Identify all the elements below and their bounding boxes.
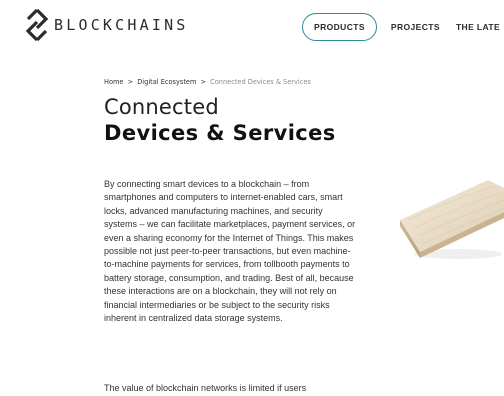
nav-products[interactable]: PRODUCTS [302,13,377,41]
page-title-line2: Devices & Services [104,121,336,145]
logo[interactable]: BLOCKCHAINS [26,8,189,42]
page-title-line1: Connected [104,95,219,119]
nav-projects[interactable]: PROJECTS [391,22,440,32]
nav-the-latest[interactable]: THE LATE [456,22,500,32]
body-paragraph-2: The value of blockchain networks is limi… [104,383,307,393]
diamond-logo-icon [26,8,48,42]
breadcrumb-home[interactable]: Home [104,78,123,86]
breadcrumb-current: Connected Devices & Services [210,78,311,86]
breadcrumb: Home > Digital Ecosystem > Connected Dev… [104,78,311,86]
breadcrumb-separator: > [200,78,207,86]
breadcrumb-separator: > [127,78,134,86]
logo-text: BLOCKCHAINS [54,16,189,34]
wooden-board-image [400,180,504,259]
breadcrumb-section[interactable]: Digital Ecosystem [137,78,196,86]
main-nav: PRODUCTS PROJECTS THE LATE [302,13,500,41]
body-paragraph-1: By connecting smart devices to a blockch… [104,179,356,324]
